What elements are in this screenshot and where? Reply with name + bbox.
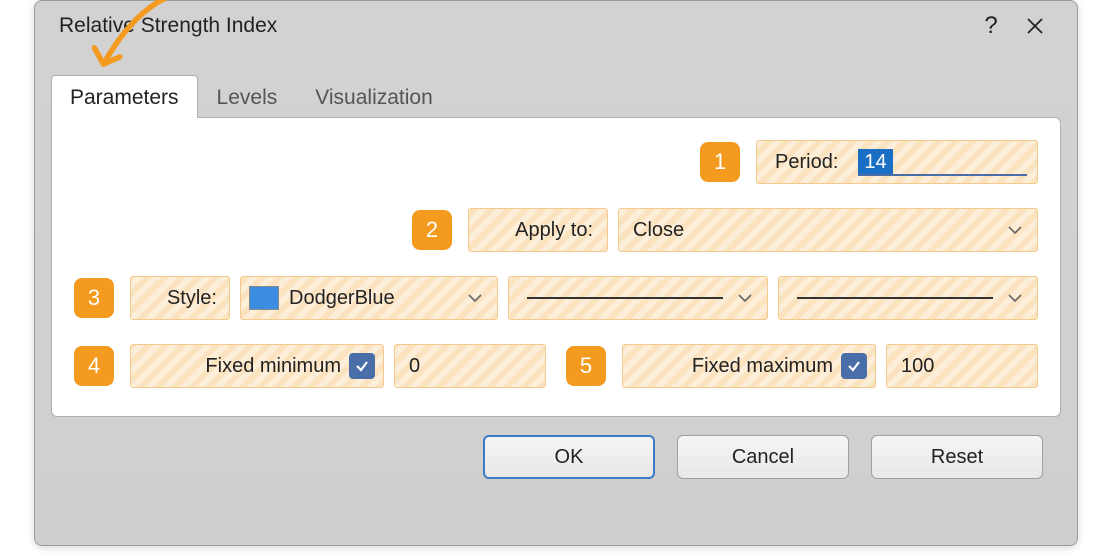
style-line-width-select[interactable]	[778, 276, 1038, 320]
fixed-minimum-group: Fixed minimum	[130, 344, 384, 388]
fixed-minimum-value: 0	[409, 355, 420, 378]
titlebar: Relative Strength Index ?	[35, 1, 1077, 51]
style-line-type-select[interactable]	[508, 276, 768, 320]
ok-button[interactable]: OK	[483, 435, 655, 479]
reset-button[interactable]: Reset	[871, 435, 1043, 479]
chevron-down-icon	[1007, 225, 1027, 235]
tab-parameters[interactable]: Parameters	[51, 75, 198, 118]
line-type-sample	[527, 297, 723, 299]
chevron-down-icon	[1007, 293, 1027, 303]
row-apply-to: 2 Apply to: Close	[74, 208, 1038, 252]
period-input[interactable]: 14	[858, 149, 1027, 176]
tab-visualization[interactable]: Visualization	[296, 75, 452, 118]
fixed-maximum-value: 100	[901, 355, 934, 378]
style-color-select[interactable]: DodgerBlue	[240, 276, 498, 320]
button-row: OK Cancel Reset	[35, 417, 1077, 479]
tab-levels[interactable]: Levels	[198, 75, 297, 118]
dialog-title: Relative Strength Index	[59, 14, 969, 38]
row-fixed-range: 4 Fixed minimum 0 5 Fixed maximum 100	[74, 344, 1038, 388]
check-icon	[354, 358, 370, 374]
fixed-maximum-group: Fixed maximum	[622, 344, 876, 388]
apply-to-select[interactable]: Close	[618, 208, 1038, 252]
apply-to-value: Close	[633, 219, 684, 242]
annotation-badge-3: 3	[74, 278, 114, 318]
period-label: Period:	[775, 151, 838, 174]
style-label: Style:	[167, 287, 217, 310]
row-style: 3 Style: DodgerBlue	[74, 276, 1038, 320]
row-period: 1 Period: 14	[74, 140, 1038, 184]
check-icon	[846, 358, 862, 374]
period-value: 14	[858, 149, 892, 176]
fixed-minimum-value-box[interactable]: 0	[394, 344, 546, 388]
apply-to-label-box: Apply to:	[468, 208, 608, 252]
chevron-down-icon	[737, 293, 757, 303]
annotation-badge-1: 1	[700, 142, 740, 182]
line-width-sample	[797, 297, 993, 299]
annotation-badge-5: 5	[566, 346, 606, 386]
style-color-name: DodgerBlue	[289, 287, 467, 310]
fixed-maximum-value-box[interactable]: 100	[886, 344, 1038, 388]
apply-to-label: Apply to:	[515, 219, 593, 242]
annotation-badge-2: 2	[412, 210, 452, 250]
input-underline	[858, 174, 1027, 176]
period-field-group: Period: 14	[756, 140, 1038, 184]
cancel-button[interactable]: Cancel	[677, 435, 849, 479]
annotation-badge-4: 4	[74, 346, 114, 386]
fixed-maximum-label: Fixed maximum	[692, 355, 833, 378]
help-button[interactable]: ?	[969, 12, 1013, 40]
color-swatch	[249, 286, 279, 310]
fixed-minimum-label: Fixed minimum	[205, 355, 341, 378]
dialog-window: Relative Strength Index ? Parameters Lev…	[34, 0, 1078, 546]
fixed-maximum-checkbox[interactable]	[841, 353, 867, 379]
chevron-down-icon	[467, 293, 487, 303]
close-icon	[1025, 16, 1045, 36]
style-label-box: Style:	[130, 276, 230, 320]
close-button[interactable]	[1013, 16, 1057, 36]
tab-page-parameters: 1 Period: 14 2 Apply to: Close	[51, 117, 1061, 417]
tab-strip: Parameters Levels Visualization	[35, 75, 1077, 118]
fixed-minimum-checkbox[interactable]	[349, 353, 375, 379]
